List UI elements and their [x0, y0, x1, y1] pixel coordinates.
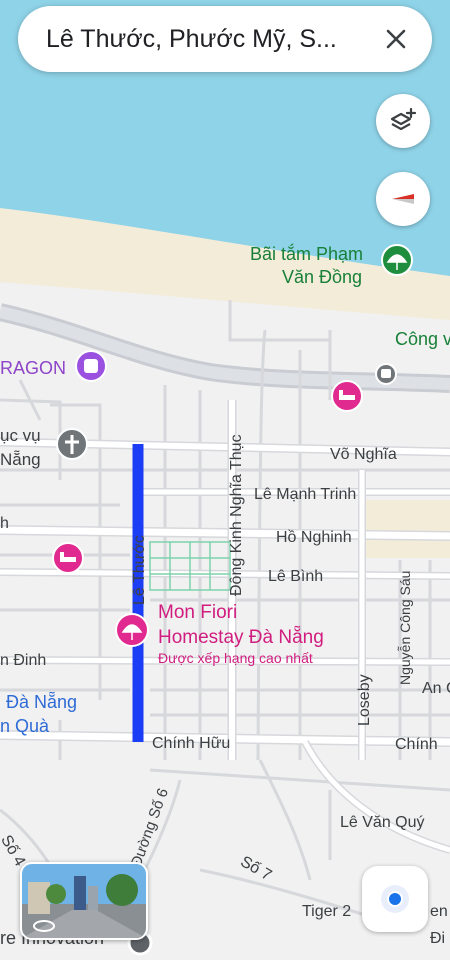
- street-label-loseby: Loseby: [356, 674, 373, 726]
- street-label-edge-h: h: [0, 515, 9, 532]
- my-location-icon: [381, 885, 409, 913]
- poi-beach-label-2: Văn Đồng: [282, 267, 362, 287]
- poi-da-nang-label-2: n Quà: [0, 716, 50, 736]
- compass-button[interactable]: [376, 172, 430, 226]
- poi-hotel-2[interactable]: [52, 542, 84, 574]
- street-label-chinh: Chính: [395, 736, 438, 753]
- bus-stop[interactable]: [375, 363, 397, 385]
- street-view-icon: [22, 864, 146, 938]
- poi-mon-fiori-rating: Được xếp hạng cao nhất: [158, 650, 313, 666]
- poi-da-nang-label-1: Đà Nẵng: [6, 692, 77, 712]
- poi-mon-fiori-label-1: Mon Fiori: [158, 602, 237, 623]
- search-bar[interactable]: Lê Thước, Phước Mỹ, S...: [18, 6, 432, 72]
- street-label-le-manh-trinh: Lê Mạnh Trinh: [254, 486, 356, 503]
- street-label-an-c: An C: [422, 680, 450, 697]
- layers-button[interactable]: [376, 94, 430, 148]
- poi-mon-fiori-label-2: Homestay Đà Nẵng: [158, 627, 324, 648]
- poi-church-label-2: Nẵng: [0, 450, 41, 469]
- map-canvas[interactable]: Võ Nghĩa Lê Mạnh Trinh Hồ Nghinh Lê Bình…: [0, 0, 450, 960]
- sand-patch: [365, 500, 450, 558]
- street-label-dong-kinh-nghia-thuc: Đông Kinh Nghĩa Thục: [228, 434, 245, 596]
- street-label-chinh-huu: Chính Hữu: [152, 735, 230, 752]
- poi-cong-v-label: Công v: [395, 329, 450, 349]
- street-label-le-van-quy: Lê Văn Quý: [340, 814, 425, 831]
- street-label-ho-nghinh: Hồ Nghinh: [276, 529, 352, 546]
- street-label-edge-dinh: n Đinh: [0, 652, 46, 669]
- poi-dragon-label: RAGON: [0, 358, 66, 378]
- street-label-nguyen-cong-sau: Nguyễn Công Sáu: [397, 571, 413, 685]
- street-label-le-thuoc: Lê Thước: [131, 535, 148, 605]
- street-label-edge-di: Đi: [430, 930, 445, 947]
- poi-church-label-1: ục vụ: [0, 426, 41, 445]
- street-label-edge-en: en: [430, 903, 448, 920]
- close-button[interactable]: [374, 17, 418, 61]
- close-icon: [386, 29, 406, 49]
- street-label-tiger: Tiger 2: [302, 903, 351, 920]
- layers-add-icon: [390, 107, 417, 131]
- search-query[interactable]: Lê Thước, Phước Mỹ, S...: [46, 25, 374, 54]
- street-label-le-binh: Lê Bình: [268, 568, 323, 585]
- street-view-thumbnail[interactable]: [20, 862, 148, 940]
- poi-hotel-1[interactable]: [331, 380, 363, 412]
- poi-beach-label-1: Bãi tắm Phạm: [250, 243, 363, 264]
- street-label-vo-nghia: Võ Nghĩa: [330, 446, 397, 463]
- my-location-button[interactable]: [362, 866, 428, 932]
- compass-icon: [392, 194, 414, 204]
